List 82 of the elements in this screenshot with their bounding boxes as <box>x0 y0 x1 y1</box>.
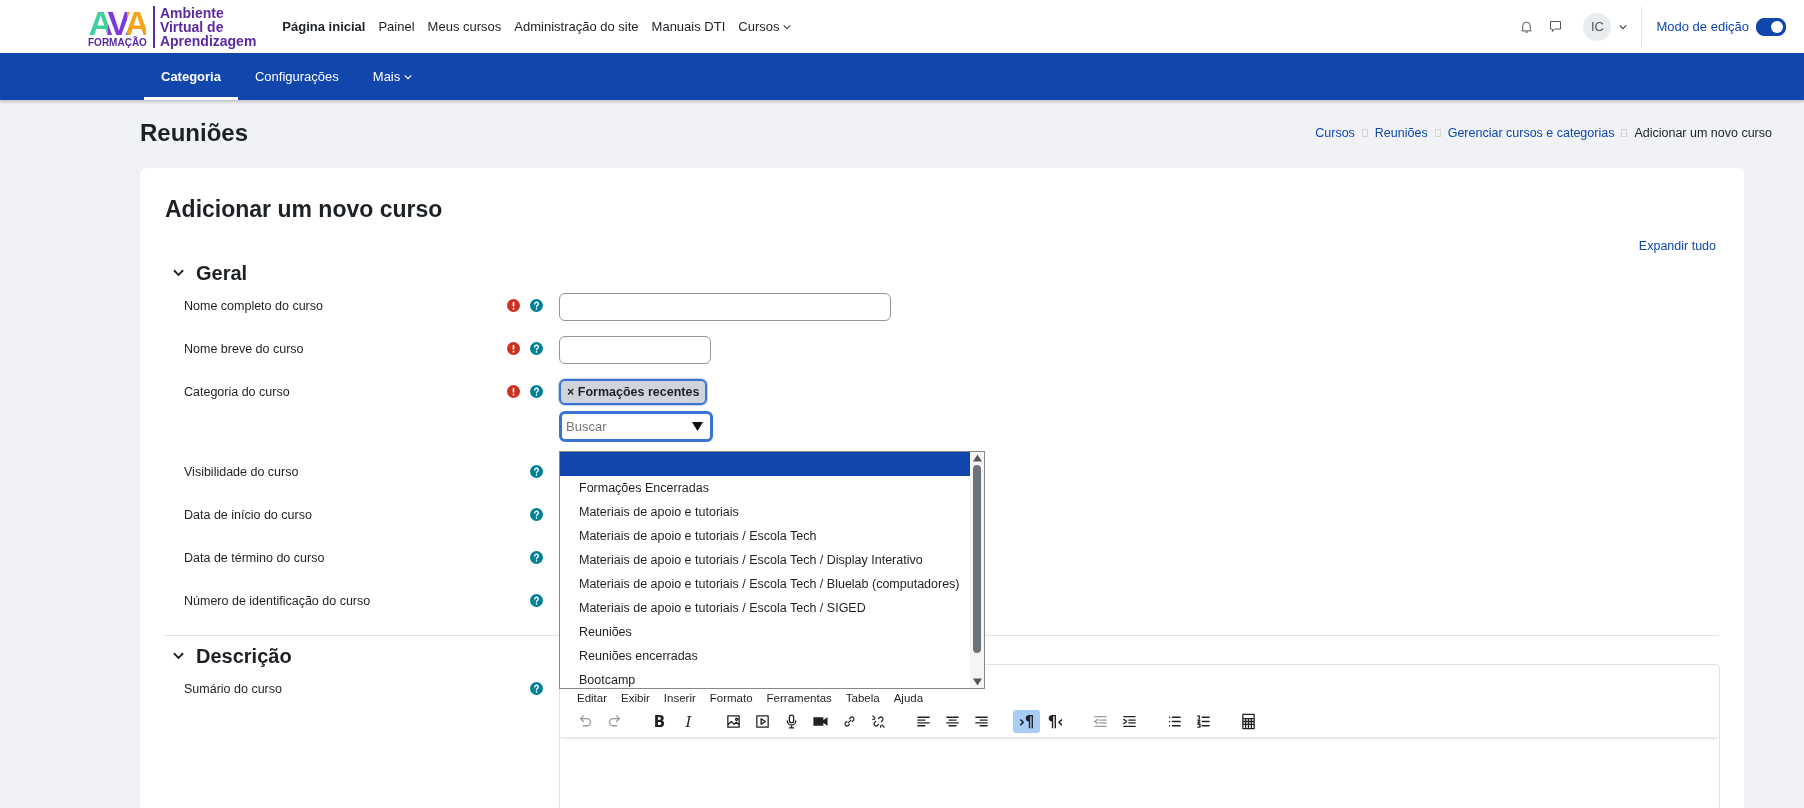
nav-link[interactable]: Manuais DTI <box>651 19 726 34</box>
dropdown-option[interactable]: Materiais de apoio e tutoriais / Escola Tech / Bluelab (computadores) <box>560 572 970 596</box>
secondary-nav-tab[interactable]: Categoria <box>144 53 238 100</box>
separator-icon <box>1621 129 1628 137</box>
field-label: Visibilidade do curso <box>184 464 300 479</box>
field-label: Número de identificação do curso <box>184 593 372 608</box>
field-label: Data de término do curso <box>184 550 326 565</box>
editor-menu-item[interactable]: Inserir <box>663 692 696 704</box>
dropdown-option[interactable]: Bootcamp <box>560 668 970 688</box>
indent-icon <box>1121 713 1138 730</box>
scrollbar[interactable] <box>970 452 984 688</box>
section-title[interactable]: Descrição <box>196 644 292 668</box>
help-icon[interactable] <box>530 465 543 478</box>
nav-link[interactable]: Página inicial <box>282 19 366 34</box>
selected-category-chip[interactable]: × Formações recentes <box>559 379 708 405</box>
chevron-icon[interactable] <box>173 269 184 277</box>
image-icon <box>725 713 742 730</box>
ltr-button[interactable]: ›¶ <box>1013 710 1040 733</box>
chevron-down-icon[interactable] <box>1619 23 1628 30</box>
nav-link[interactable]: Cursos <box>738 19 792 34</box>
dropdown-option[interactable]: Materiais de apoio e tutoriais / Escola Tech <box>560 524 970 548</box>
dropdown-option[interactable]: Reuniões <box>560 620 970 644</box>
separator-icon <box>1361 129 1368 137</box>
scroll-down-icon[interactable] <box>972 678 982 686</box>
edit-mode-toggle[interactable] <box>1756 17 1786 36</box>
editor-menu-item[interactable]: Ferramentas <box>766 692 832 704</box>
secondary-nav-tab[interactable]: Mais <box>355 53 430 100</box>
help-icon[interactable] <box>530 594 543 607</box>
help-icon[interactable] <box>530 299 543 312</box>
help-icon[interactable] <box>530 342 543 355</box>
scroll-up-icon[interactable] <box>972 454 982 462</box>
help-icon[interactable] <box>530 385 543 398</box>
outdent-icon <box>1092 713 1109 730</box>
media-icon <box>754 713 771 730</box>
help-icon[interactable] <box>530 508 543 521</box>
chevron-icon[interactable] <box>173 652 184 660</box>
field-label: Nome completo do curso <box>184 298 324 313</box>
user-avatar[interactable]: IC <box>1583 12 1612 41</box>
editor-menu-item[interactable]: Exibir <box>621 692 650 704</box>
dropdown-option[interactable]: Materiais de apoio e tutoriais / Escola Tech / SIGED <box>560 596 970 620</box>
secondary-nav-tab[interactable]: Configurações <box>237 53 356 100</box>
text-input[interactable] <box>559 293 891 321</box>
unlink-icon <box>870 713 887 730</box>
search-field[interactable]: Buscar <box>559 411 713 442</box>
breadcrumb-current: Adicionar um novo curso <box>1634 126 1772 140</box>
dropdown-option[interactable]: Formações Encerradas <box>560 476 970 500</box>
help-icon[interactable] <box>530 551 543 564</box>
separator-icon <box>1434 129 1441 137</box>
editor-menu-item[interactable]: Tabela <box>845 692 880 704</box>
dropdown-option[interactable]: Materiais de apoio e tutoriais / Escola Tech / Display Interativo <box>560 548 970 572</box>
calculator-icon <box>1240 713 1257 730</box>
bell-icon[interactable] <box>1519 19 1535 34</box>
dropdown-option[interactable]: Materiais de apoio e tutoriais <box>560 500 970 524</box>
caret-down-icon[interactable] <box>692 422 703 431</box>
section-title[interactable]: Geral <box>196 261 248 285</box>
chevron-down-icon <box>783 23 792 30</box>
form-heading: Adicionar um novo curso <box>165 196 444 223</box>
field-label: Nome breve do curso <box>184 341 305 356</box>
text-input[interactable] <box>559 336 711 364</box>
italic-button[interactable]: I <box>675 710 702 733</box>
link-icon <box>841 713 858 730</box>
breadcrumb-link[interactable]: Gerenciar cursos e categorias <box>1447 126 1615 140</box>
editor-menu-item[interactable]: Editar <box>577 692 608 704</box>
expand-all-link[interactable]: Expandir tudo <box>1638 239 1716 253</box>
field-label: Sumário do curso <box>184 681 283 696</box>
chat-bubble-icon[interactable] <box>1548 19 1564 34</box>
nav-link[interactable]: Meus cursos <box>427 19 502 34</box>
field-label: Categoria do curso <box>184 384 291 399</box>
field-label: Data de início do curso <box>184 507 313 522</box>
bold-button[interactable]: B <box>646 710 673 733</box>
numbers-icon <box>1195 713 1212 730</box>
editor-menu-item[interactable]: Formato <box>709 692 753 704</box>
help-icon[interactable] <box>530 682 543 695</box>
edit-mode-label: Modo de edição <box>1656 19 1749 34</box>
breadcrumb-link[interactable]: Cursos <box>1315 126 1355 140</box>
nav-link[interactable]: Administração do site <box>514 19 639 34</box>
chevron-down-icon <box>404 73 413 80</box>
editor-menu-item[interactable]: Ajuda <box>893 692 924 704</box>
rtl-button[interactable]: ¶‹ <box>1042 710 1069 733</box>
page-title: Reuniões <box>140 119 249 147</box>
nav-link[interactable]: Painel <box>378 19 415 34</box>
breadcrumb-link[interactable]: Reuniões <box>1374 126 1428 140</box>
